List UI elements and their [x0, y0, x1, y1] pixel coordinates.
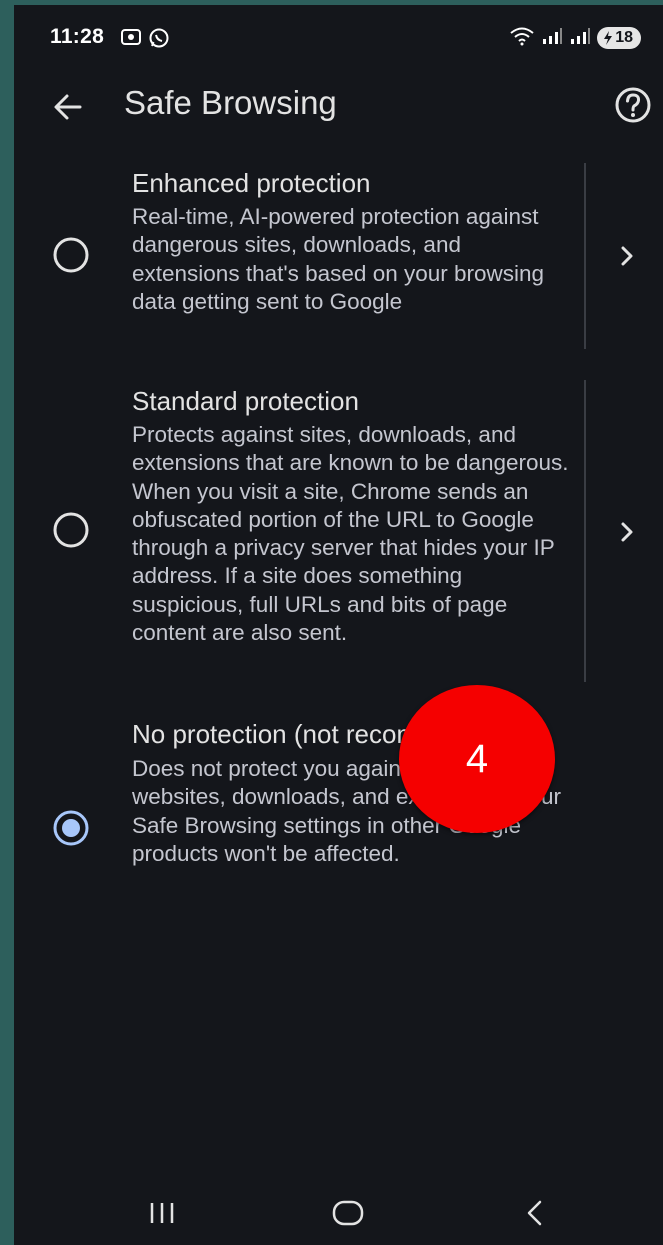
radio-enhanced-protection[interactable] [52, 236, 90, 274]
divider [584, 380, 586, 682]
option-description: Protects against sites, downloads, and e… [132, 422, 569, 646]
whatsapp-icon [148, 27, 170, 54]
status-time: 11:28 [50, 25, 105, 48]
option-standard-protection[interactable]: Standard protection Protects against sit… [14, 380, 663, 685]
back-icon[interactable] [514, 1193, 554, 1233]
option-title: Standard protection [132, 386, 359, 416]
home-icon[interactable] [328, 1193, 368, 1233]
radio-standard-protection[interactable] [52, 511, 90, 549]
option-description: Real-time, AI-powered protection against… [132, 204, 545, 314]
wifi-icon [509, 26, 535, 51]
status-bar: 11:28 18 [14, 5, 663, 67]
arrow-left-icon[interactable] [48, 87, 88, 127]
recents-icon[interactable] [142, 1193, 182, 1233]
help-circle-icon[interactable] [613, 85, 653, 125]
battery-level: 18 [615, 29, 633, 46]
battery-icon: 18 [597, 27, 641, 49]
navigation-bar [14, 1183, 663, 1245]
page-title: Safe Browsing [124, 84, 337, 121]
chevron-right-icon[interactable] [612, 517, 642, 547]
option-title: Enhanced protection [132, 168, 371, 198]
chevron-right-icon[interactable] [612, 241, 642, 271]
signal-icon [569, 26, 591, 51]
signal-icon [541, 26, 563, 51]
app-bar: Safe Browsing [14, 67, 663, 147]
step-number-badge: 4 [399, 685, 555, 833]
option-no-protection[interactable]: No protection (not recommended) Does not… [14, 710, 663, 950]
radio-no-protection[interactable] [52, 809, 90, 847]
screenshot-icon [120, 27, 142, 52]
option-enhanced-protection[interactable]: Enhanced protection Real-time, AI-powere… [14, 163, 663, 353]
step-number-label: 4 [465, 736, 489, 781]
divider [584, 163, 586, 349]
phone-screen: 11:28 18 Safe Browsing Enhanced protecti… [14, 5, 663, 1245]
